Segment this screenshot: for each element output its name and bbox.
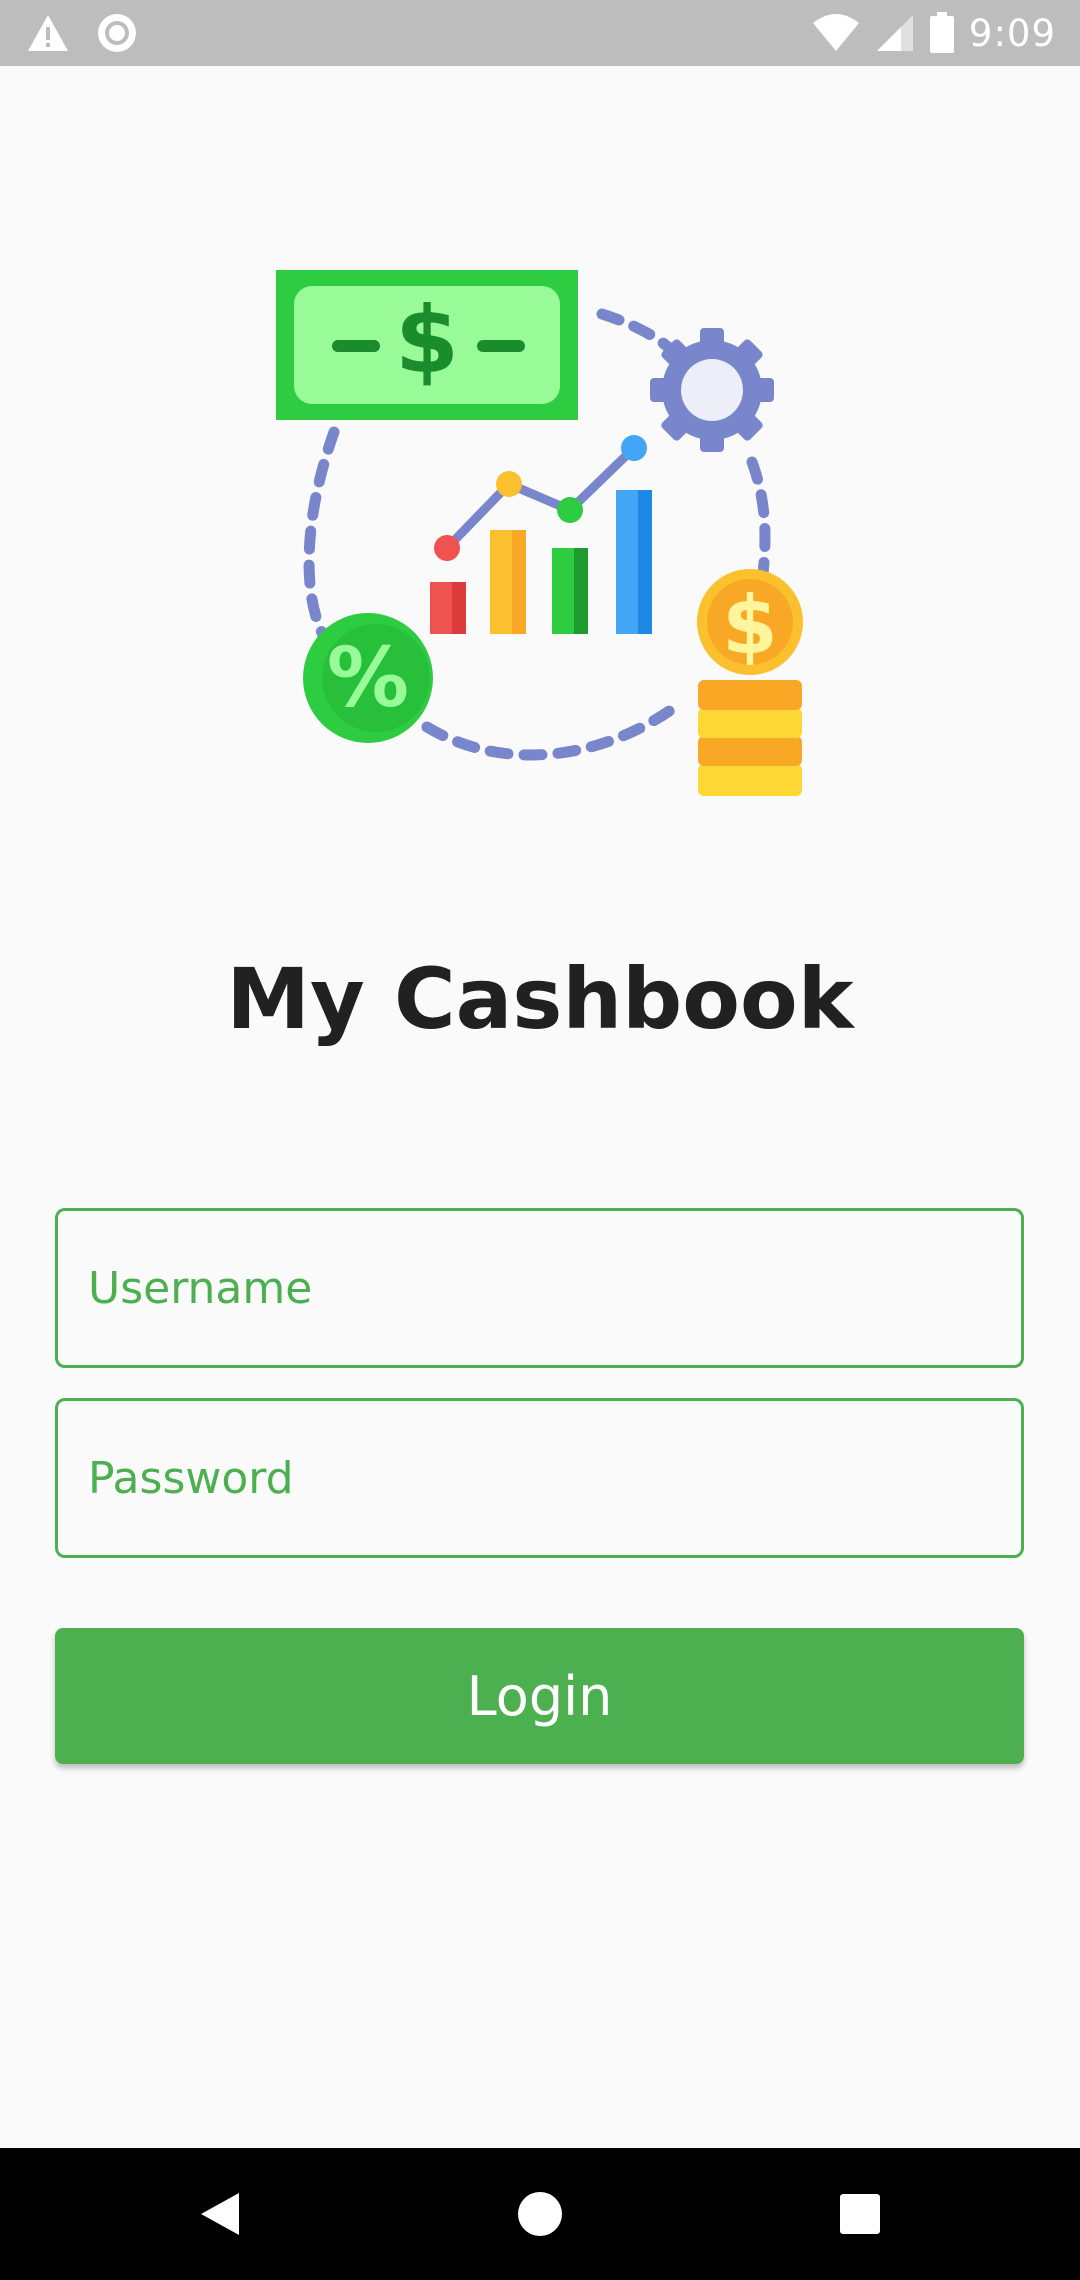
recents-button[interactable] <box>790 2148 930 2280</box>
signal-icon <box>875 13 915 53</box>
status-left-icons <box>26 10 138 56</box>
status-time: 9:09 <box>968 11 1056 55</box>
back-icon <box>201 2193 239 2235</box>
finance-illustration: $ % $ <box>272 262 812 802</box>
status-right-icons: 9:09 <box>811 10 1056 56</box>
svg-text:$: $ <box>395 287 459 394</box>
alert-icon <box>26 13 70 53</box>
record-icon <box>96 12 138 54</box>
battery-icon <box>929 12 955 54</box>
coin-stack-icon: $ <box>697 569 803 796</box>
banknote-icon: $ <box>276 270 578 420</box>
percent-icon: % <box>303 613 433 743</box>
recents-icon <box>840 2194 880 2234</box>
gear-icon <box>650 328 774 452</box>
navigation-bar <box>0 2148 1080 2280</box>
svg-text:$: $ <box>722 579 778 672</box>
status-bar: 9:09 <box>0 0 1080 66</box>
wifi-icon <box>811 13 861 53</box>
bar-chart-icon <box>430 435 652 634</box>
password-input[interactable] <box>58 1401 1021 1555</box>
home-button[interactable] <box>470 2148 610 2280</box>
home-icon <box>518 2192 562 2236</box>
app-title: My Cashbook <box>226 950 854 1048</box>
username-field[interactable] <box>55 1208 1024 1368</box>
back-button[interactable] <box>150 2148 290 2280</box>
svg-text:%: % <box>327 631 409 726</box>
password-field[interactable] <box>55 1398 1024 1558</box>
username-input[interactable] <box>58 1211 1021 1365</box>
login-button[interactable]: Login <box>55 1628 1024 1764</box>
